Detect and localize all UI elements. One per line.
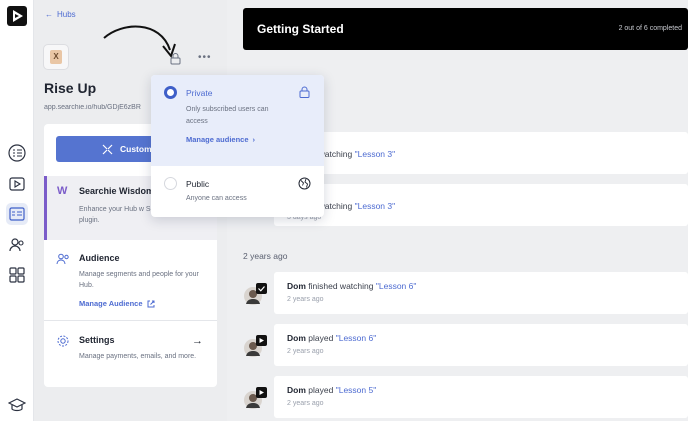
- customize-label: Customi: [120, 144, 154, 154]
- activity-item[interactable]: finished watching "Lesson 3": [274, 132, 688, 174]
- visibility-popover: Private Only subscribed users can access…: [151, 75, 324, 217]
- activity-text: Dom finished watching "Lesson 6": [287, 281, 417, 291]
- checklist-icon[interactable]: [6, 142, 28, 164]
- customize-icon: [102, 144, 113, 154]
- activity-section-heading: 2 years ago: [243, 251, 288, 261]
- users-icon[interactable]: [6, 234, 28, 256]
- manage-audience-popover-label: Manage audience: [186, 135, 249, 144]
- activity-item[interactable]: Dom played "Lesson 6" 2 years ago: [244, 324, 688, 366]
- visibility-lock-icon[interactable]: [169, 52, 182, 65]
- settings-description: Manage payments, emails, and more.: [79, 353, 197, 360]
- private-radio[interactable]: [164, 86, 177, 99]
- activity-text: Dom played "Lesson 6": [287, 333, 377, 343]
- hub-url[interactable]: app.searchie.io/hub/GDjE6zBR: [44, 104, 154, 111]
- manage-audience-label: Manage Audience: [79, 299, 143, 308]
- manage-audience-popover-link[interactable]: Manage audience ›: [186, 135, 255, 144]
- public-radio[interactable]: [164, 177, 177, 190]
- back-to-hubs-link[interactable]: ← Hubs: [45, 10, 76, 19]
- getting-started-progress: 2 out of 6 completed: [618, 25, 682, 32]
- back-label: Hubs: [57, 10, 76, 19]
- audience-title: Audience: [79, 253, 120, 263]
- activity-item[interactable]: Dom played "Lesson 5" 2 years ago: [244, 376, 688, 418]
- left-rail: [0, 0, 34, 421]
- settings-section[interactable]: Settings Manage payments, emails, and mo…: [44, 334, 217, 376]
- hub-thumbnail[interactable]: X: [43, 44, 69, 70]
- grid-icon[interactable]: [6, 264, 28, 286]
- private-description: Only subscribed users can access: [186, 106, 269, 125]
- activity-item[interactable]: Dom finished watching "Lesson 6" 2 years…: [244, 272, 688, 314]
- external-link-icon: [147, 300, 154, 307]
- private-label: Private: [186, 88, 213, 98]
- hub-title: Rise Up: [44, 80, 97, 96]
- globe-icon: [298, 177, 311, 190]
- lock-icon: [299, 86, 310, 98]
- user-avatar: [244, 387, 267, 409]
- arrow-right-icon: →: [192, 335, 203, 347]
- graduation-cap-icon[interactable]: [8, 398, 26, 412]
- app-logo-icon[interactable]: [7, 6, 27, 26]
- hub-page-icon[interactable]: [6, 203, 28, 225]
- gear-icon: [57, 335, 69, 347]
- audience-users-icon: [56, 253, 69, 265]
- activity-time: 2 years ago: [287, 296, 324, 303]
- getting-started-bar[interactable]: Getting Started 2 out of 6 completed: [243, 8, 688, 50]
- audience-section: Audience Manage segments and people for …: [44, 252, 217, 314]
- activity-item[interactable]: finished watching "Lesson 3" 3 days ago: [274, 184, 688, 226]
- activity-time: 2 years ago: [287, 400, 324, 407]
- getting-started-title: Getting Started: [257, 22, 344, 36]
- public-description: Anyone can access: [186, 195, 247, 202]
- video-library-icon[interactable]: [6, 173, 28, 195]
- arrow-left-icon: ←: [45, 10, 53, 19]
- audience-description: Manage segments and people for your Hub.: [79, 271, 199, 289]
- activity-time: 2 years ago: [287, 348, 324, 355]
- wisdom-w-icon: W: [57, 185, 68, 197]
- user-avatar: [244, 283, 267, 305]
- public-label[interactable]: Public: [186, 179, 209, 189]
- settings-title: Settings: [79, 335, 115, 345]
- more-options-icon[interactable]: •••: [198, 52, 212, 63]
- wisdom-title: Searchie Wisdom: [79, 186, 154, 196]
- section-divider: [44, 320, 217, 321]
- chevron-right-icon: ›: [252, 135, 256, 144]
- user-avatar: [244, 335, 267, 357]
- activity-text: Dom played "Lesson 5": [287, 385, 377, 395]
- hub-thumbnail-image: X: [50, 50, 62, 64]
- manage-audience-link[interactable]: Manage Audience: [79, 299, 155, 308]
